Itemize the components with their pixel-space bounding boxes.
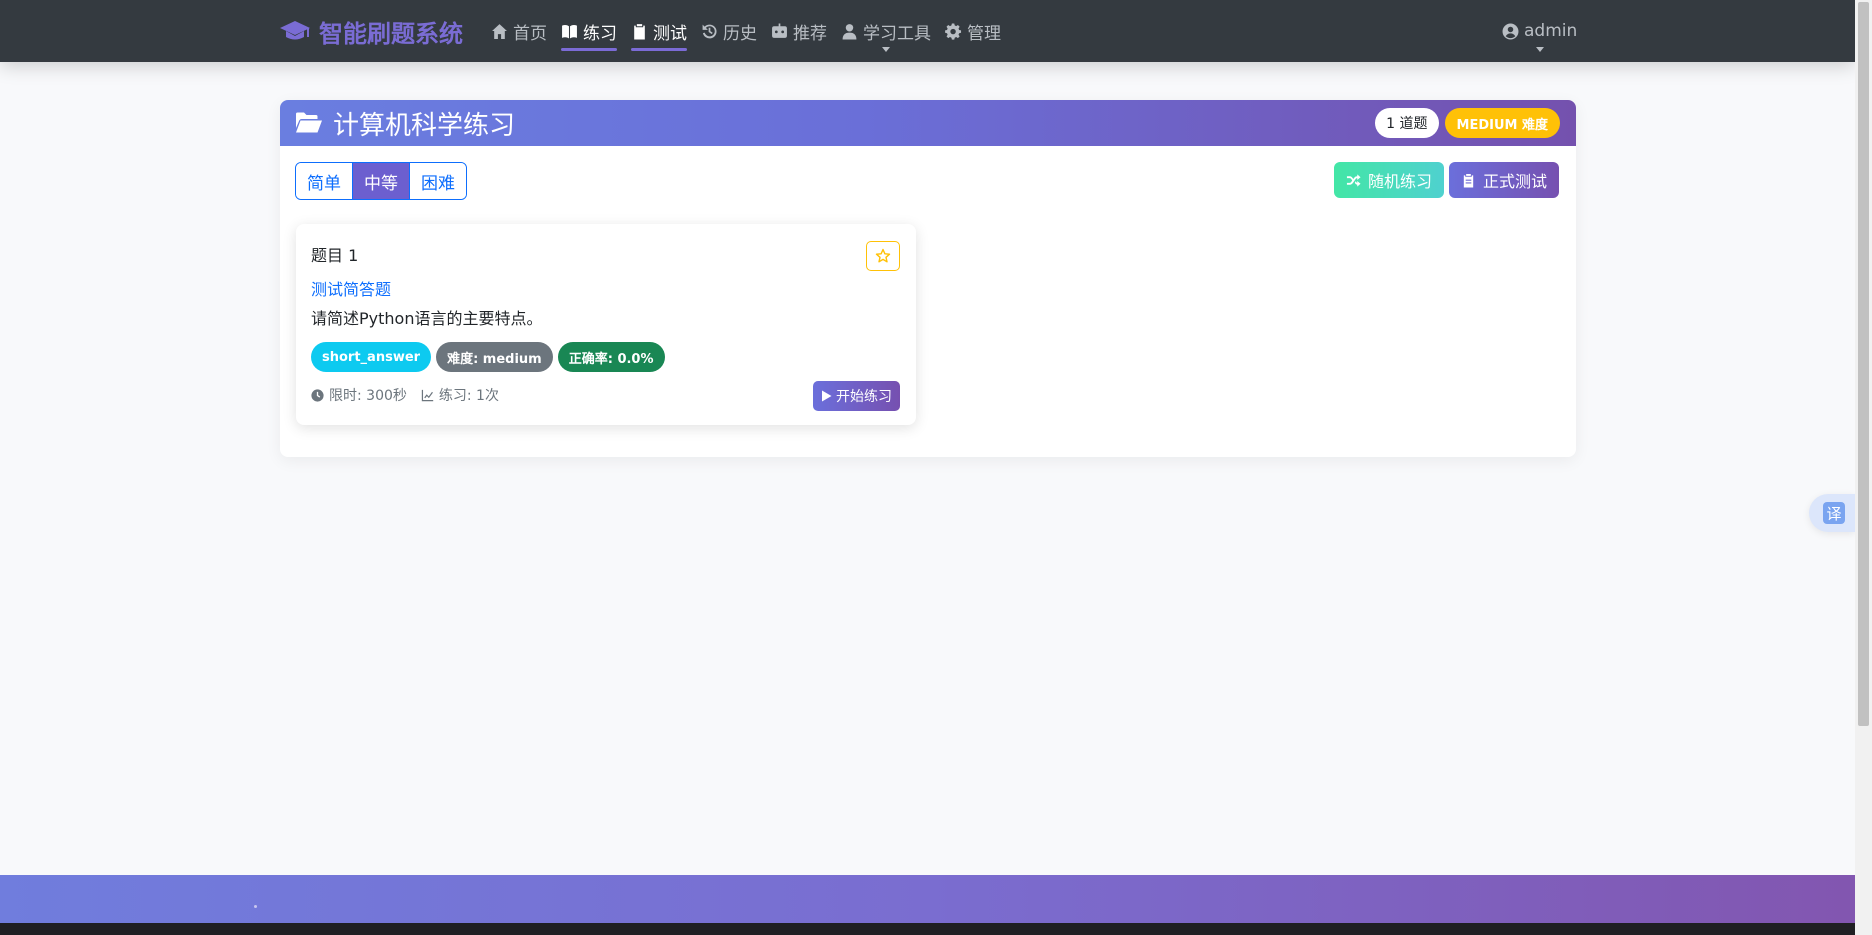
play-icon bbox=[822, 390, 832, 402]
card-header: 计算机科学练习 1 道题 MEDIUM 难度 bbox=[280, 100, 1576, 146]
favorite-button[interactable] bbox=[866, 241, 900, 271]
random-practice-label: 随机练习 bbox=[1367, 172, 1432, 191]
difficulty-filter: 简单 中等 困难 bbox=[295, 162, 467, 200]
star-icon bbox=[875, 248, 891, 263]
username: admin bbox=[1524, 21, 1578, 41]
nav-item-admin[interactable]: 管理 bbox=[938, 0, 1008, 62]
history-icon bbox=[702, 24, 717, 38]
clipboard-icon bbox=[634, 23, 645, 39]
chart-line-icon bbox=[421, 389, 434, 401]
time-limit-text: 限时: 300秒 bbox=[329, 388, 407, 404]
nav-label: 推荐 bbox=[793, 23, 827, 44]
user-icon bbox=[842, 23, 857, 39]
question-body: 请简述Python语言的主要特点。 bbox=[311, 309, 543, 328]
graduation-cap-icon bbox=[280, 21, 310, 40]
nav-item-home[interactable]: 首页 bbox=[484, 0, 554, 62]
question-tags: short_answer 难度: medium 正确率: 0.0% bbox=[311, 342, 665, 372]
nav-label: 测试 bbox=[653, 23, 687, 44]
action-buttons: 随机练习 正式测试 bbox=[1333, 162, 1559, 198]
nav-item-recommend[interactable]: 推荐 bbox=[764, 0, 834, 62]
nav-label: 首页 bbox=[513, 23, 547, 44]
nav-item-study-tools[interactable]: 学习工具 bbox=[834, 0, 938, 62]
bottom-strip bbox=[0, 923, 1855, 935]
nav-label: 练习 bbox=[583, 23, 617, 44]
nav-item-history[interactable]: 历史 bbox=[694, 0, 764, 62]
question-count-badge: 1 道题 bbox=[1375, 108, 1439, 138]
random-practice-button[interactable]: 随机练习 bbox=[1333, 162, 1444, 198]
question-card: 题目 1 测试简答题 请简述Python语言的主要特点。 short_answe… bbox=[296, 224, 916, 425]
question-type-badge: short_answer bbox=[311, 342, 432, 372]
main-nav: 首页 练习 测试 历史 推荐 学习工具 管理 bbox=[484, 0, 1008, 62]
top-navbar: 智能刷题系统 首页 练习 测试 历史 推荐 学习工具 管理 admin bbox=[0, 0, 1855, 62]
chevron-down-icon bbox=[882, 47, 890, 52]
start-practice-button[interactable]: 开始练习 bbox=[813, 381, 900, 411]
filter-hard[interactable]: 困难 bbox=[410, 163, 466, 199]
filter-easy[interactable]: 简单 bbox=[296, 163, 353, 199]
page-footer bbox=[0, 875, 1855, 923]
formal-test-button[interactable]: 正式测试 bbox=[1448, 162, 1559, 198]
nav-item-practice[interactable]: 练习 bbox=[554, 0, 624, 62]
clock-icon bbox=[311, 388, 324, 402]
accuracy-badge: 正确率: 0.0% bbox=[557, 342, 665, 372]
question-meta: 限时: 300秒 练习: 1次 bbox=[311, 385, 499, 405]
nav-label: 历史 bbox=[723, 23, 757, 44]
chevron-down-icon bbox=[1535, 47, 1544, 52]
brand-name: 智能刷题系统 bbox=[319, 19, 463, 48]
user-circle-icon bbox=[1502, 23, 1519, 39]
robot-icon bbox=[772, 23, 787, 38]
footer-dot bbox=[254, 905, 257, 908]
clipboard-icon bbox=[1463, 173, 1474, 188]
time-limit: 限时: 300秒 bbox=[311, 385, 407, 405]
brand-logo[interactable]: 智能刷题系统 bbox=[279, 15, 463, 48]
question-number: 题目 1 bbox=[311, 246, 359, 265]
home-icon bbox=[492, 23, 507, 39]
formal-test-label: 正式测试 bbox=[1482, 172, 1547, 191]
gear-icon bbox=[945, 23, 962, 40]
practice-count: 练习: 1次 bbox=[421, 385, 499, 405]
shuffle-icon bbox=[1346, 173, 1361, 187]
filter-medium[interactable]: 中等 bbox=[353, 163, 410, 199]
question-difficulty-badge: 难度: medium bbox=[436, 342, 553, 372]
scrollbar-thumb[interactable] bbox=[1858, 2, 1869, 726]
header-badges: 1 道题 MEDIUM 难度 bbox=[1375, 108, 1560, 138]
category-card: 计算机科学练习 1 道题 MEDIUM 难度 简单 中等 困难 随机练习 正式测… bbox=[280, 100, 1576, 457]
category-name: 计算机科学练习 bbox=[333, 110, 516, 141]
question-title[interactable]: 测试简答题 bbox=[311, 276, 391, 300]
nav-item-test[interactable]: 测试 bbox=[624, 0, 694, 62]
nav-label: 管理 bbox=[967, 23, 1001, 44]
translate-button[interactable]: 译 bbox=[1809, 494, 1855, 532]
start-practice-label: 开始练习 bbox=[836, 389, 892, 405]
difficulty-badge: MEDIUM 难度 bbox=[1444, 108, 1560, 138]
book-icon bbox=[562, 24, 577, 38]
practice-count-text: 练习: 1次 bbox=[438, 388, 499, 404]
nav-label: 学习工具 bbox=[863, 23, 931, 44]
card-title: 计算机科学练习 bbox=[295, 105, 515, 142]
user-menu[interactable]: admin bbox=[1502, 0, 1577, 62]
translate-icon: 译 bbox=[1823, 502, 1845, 524]
folder-open-icon bbox=[296, 112, 322, 133]
page-scrollbar[interactable] bbox=[1855, 0, 1872, 935]
